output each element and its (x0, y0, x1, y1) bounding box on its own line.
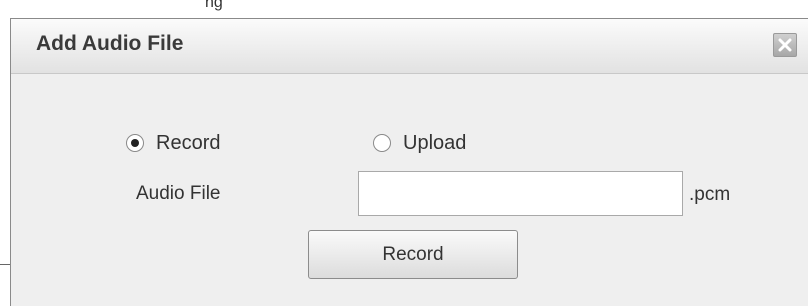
file-extension-label: .pcm (689, 184, 731, 205)
dialog-title: Add Audio File (36, 32, 184, 55)
radio-option-record[interactable]: Record (126, 131, 220, 155)
record-radio-icon[interactable] (126, 134, 144, 152)
dialog-titlebar[interactable]: Add Audio File (11, 19, 808, 74)
upload-radio-icon[interactable] (373, 134, 391, 152)
close-icon (778, 38, 792, 52)
close-button[interactable] (773, 33, 797, 57)
record-radio-label: Record (156, 131, 221, 154)
radio-option-upload[interactable]: Upload (373, 131, 466, 155)
upload-radio-label: Upload (403, 131, 467, 154)
audio-file-label: Audio File (136, 183, 221, 204)
add-audio-file-dialog: Add Audio File Record Upload Audio File … (10, 18, 808, 306)
record-button[interactable]: Record (308, 230, 518, 279)
audio-file-input[interactable] (358, 171, 683, 216)
background-caption: ng (205, 0, 223, 11)
background-divider (0, 264, 10, 265)
